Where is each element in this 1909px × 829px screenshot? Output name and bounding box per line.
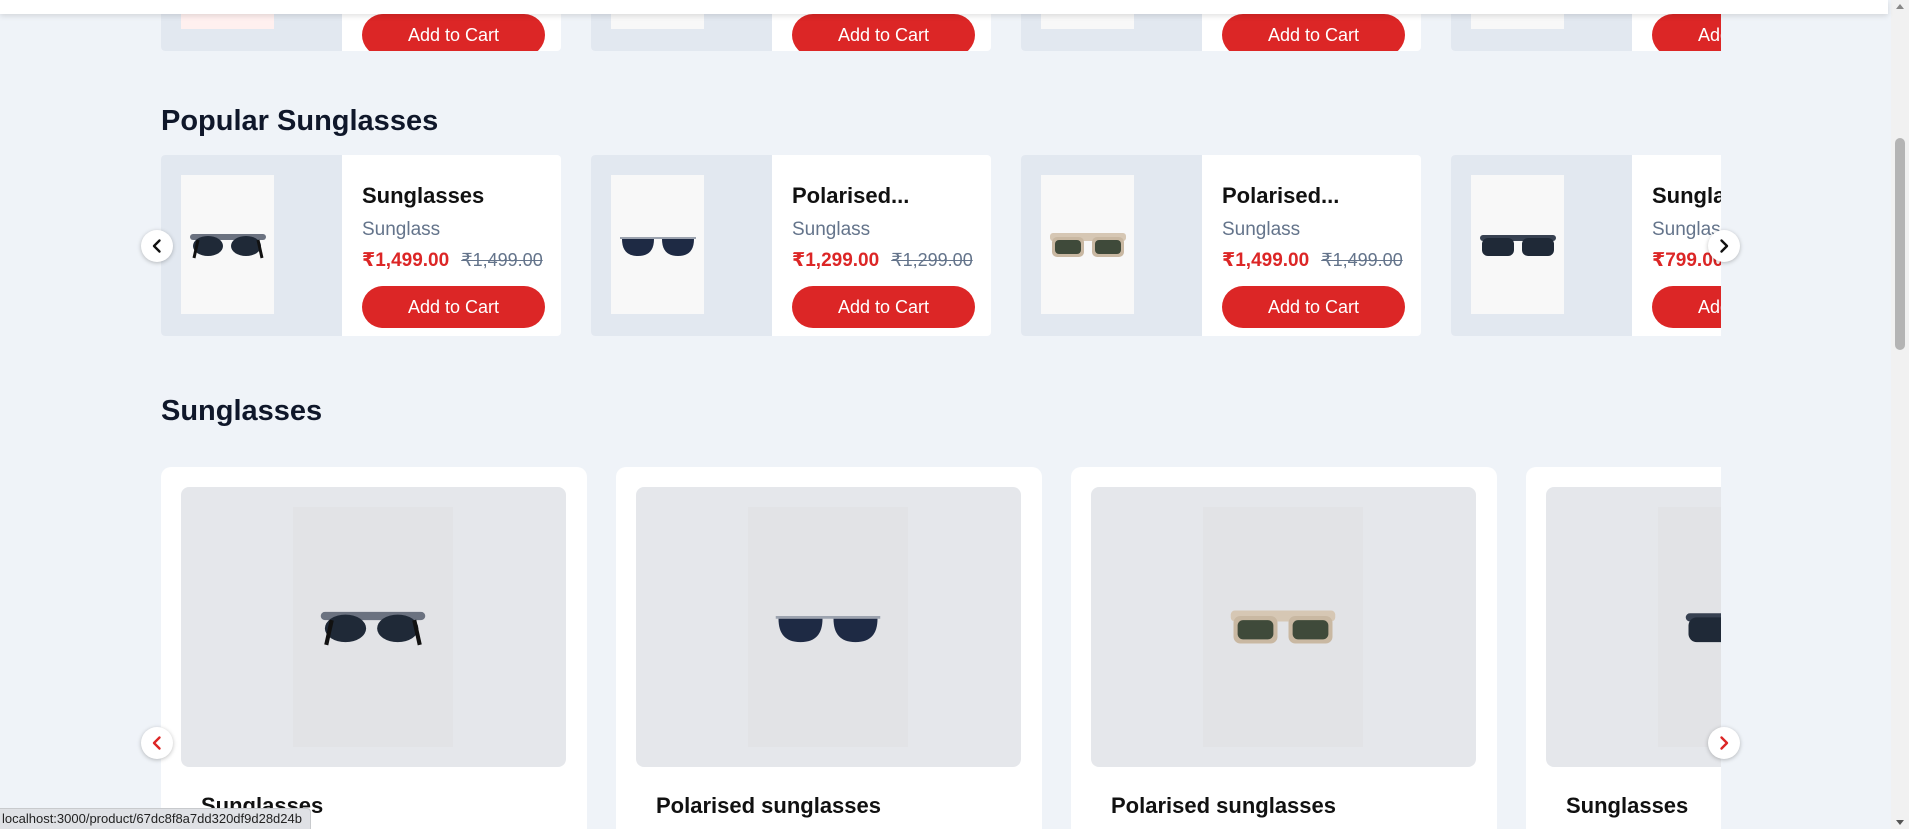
product-image: [1203, 507, 1363, 747]
sunglasses-dark-frame-icon: [320, 611, 426, 646]
sunglasses-dark-frame-icon: [189, 233, 266, 258]
product-title[interactable]: Polarised sunglasses: [1111, 793, 1336, 819]
product-image: [1041, 175, 1134, 314]
product-card[interactable]: Polarised sunglasses: [616, 467, 1042, 829]
product-mrp: ₹1,299.00: [891, 250, 973, 270]
product-image-panel: [1091, 487, 1476, 767]
chevron-right-icon: [1720, 736, 1729, 750]
popular-prev-button[interactable]: [141, 230, 173, 262]
sunglasses-clear-beige-icon: [1230, 610, 1336, 644]
product-card[interactable]: Polarised sunglasses: [1071, 467, 1497, 829]
scrollbar-thumb[interactable]: [1895, 138, 1905, 350]
scroll-down-icon[interactable]: [1896, 820, 1904, 825]
product-title[interactable]: Polarised...: [1222, 183, 1405, 209]
product-card[interactable]: Polarised... Sunglass ₹1,499.00 ₹1,499.00…: [1021, 155, 1421, 336]
product-card[interactable]: Polarised... Sunglass ₹1,299.00 ₹1,299.00…: [591, 155, 991, 336]
product-title[interactable]: Polarised...: [792, 183, 975, 209]
product-price: ₹1,499.00: [362, 250, 450, 271]
product-mrp: ₹1,499.00: [461, 250, 543, 270]
sunglasses-black-icon: [1685, 613, 1721, 643]
add-to-cart-button[interactable]: Add to Cart: [1222, 286, 1405, 328]
product-mrp: ₹1,499.00: [1321, 250, 1403, 270]
chevron-left-icon: [152, 239, 161, 253]
product-image-panel: [636, 487, 1021, 767]
product-image: [1471, 175, 1564, 314]
product-card[interactable]: Sunglasses: [161, 467, 587, 829]
add-to-cart-button[interactable]: Add to Cart: [792, 14, 975, 51]
product-title[interactable]: Sunglasses: [1566, 793, 1688, 819]
section-title-popular: Popular Sunglasses: [161, 105, 439, 137]
popular-carousel: Sunglasses Sunglass ₹1,499.00 ₹1,499.00 A…: [161, 155, 1721, 336]
add-to-cart-button[interactable]: Add to Cart: [792, 286, 975, 328]
add-to-cart-button[interactable]: Add to Cart: [1652, 286, 1721, 328]
sunglasses-carousel: Sunglasses Polarised sunglasses Polarise…: [161, 467, 1721, 829]
section-title-sunglasses: Sunglasses: [161, 395, 323, 427]
chevron-right-icon: [1720, 239, 1729, 253]
sunglasses-prev-button[interactable]: [141, 727, 173, 759]
product-card[interactable]: Sunglasses Sunglass ₹1,499.00 ₹1,499.00 A…: [161, 155, 561, 336]
sunglasses-next-button[interactable]: [1708, 727, 1740, 759]
link-status-bar: localhost:3000/product/67dc8f8a7dd320df9…: [0, 808, 311, 829]
product-image-panel: [591, 155, 772, 336]
product-image: [1658, 507, 1721, 747]
page-content: Add to Cart Add to Cart Add to Cart Ad P…: [161, 0, 1721, 829]
product-category: Sunglass: [362, 219, 441, 240]
product-image: [181, 175, 274, 314]
product-image: [611, 175, 704, 314]
product-title[interactable]: Polarised sunglasses: [656, 793, 881, 819]
product-image-panel: [1451, 155, 1632, 336]
chevron-left-icon: [152, 736, 161, 750]
product-title[interactable]: Sunglasses: [1652, 183, 1721, 209]
product-image-panel: [1021, 155, 1202, 336]
sunglasses-aviator-navy-icon: [775, 616, 881, 643]
product-image: [293, 507, 453, 747]
product-title[interactable]: Sunglasses: [362, 183, 545, 209]
add-to-cart-button[interactable]: Add to Cart: [362, 14, 545, 51]
product-image-panel: [161, 155, 342, 336]
header-bar-edge: [0, 0, 1888, 14]
add-to-cart-button[interactable]: Add to Cart: [1652, 14, 1721, 51]
product-category: Sunglass: [792, 219, 871, 240]
add-to-cart-button[interactable]: Add to Cart: [362, 286, 545, 328]
product-price: ₹1,299.00: [792, 250, 880, 271]
sunglasses-black-icon: [1479, 234, 1556, 256]
add-to-cart-button[interactable]: Add to Cart: [1222, 14, 1405, 51]
scroll-up-icon[interactable]: [1896, 4, 1904, 9]
popular-next-button[interactable]: [1708, 230, 1740, 262]
product-price: ₹1,499.00: [1222, 250, 1310, 271]
product-image-panel: [1546, 487, 1721, 767]
vertical-scrollbar[interactable]: [1891, 0, 1909, 829]
product-card[interactable]: Sunglasses Sunglass ₹799.00 Add to Cart: [1451, 155, 1721, 336]
sunglasses-aviator-navy-icon: [619, 236, 696, 256]
sunglasses-clear-beige-icon: [1049, 232, 1126, 257]
product-image: [748, 507, 908, 747]
product-category: Sunglass: [1222, 219, 1301, 240]
product-image-panel: [181, 487, 566, 767]
product-card[interactable]: Sunglasses: [1526, 467, 1721, 829]
